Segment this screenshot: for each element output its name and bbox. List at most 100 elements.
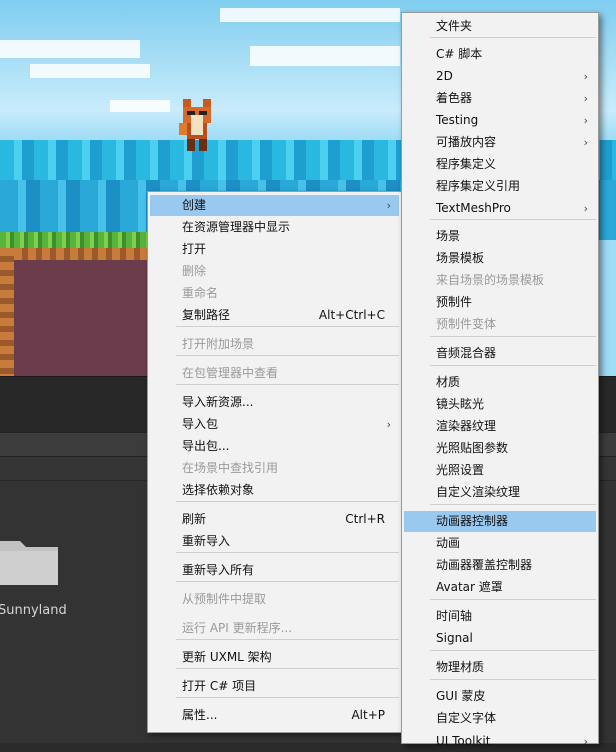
folder-label[interactable]: Sunnyland [0,603,67,618]
menu-separator [430,599,596,600]
context-menu-item-12[interactable]: 选择依赖对象 [150,480,399,501]
create-submenu-item-14[interactable]: 音频混合器 [404,343,596,364]
create-submenu-item-label: 动画 [436,536,461,550]
context-menu-item-5[interactable]: 复制路径 Alt+Ctrl+C [150,305,399,326]
create-submenu-item-29[interactable]: 自定义字体 [404,708,596,729]
create-submenu-item-label: 可播放内容 [436,135,497,149]
create-submenu-item-label: 程序集定义 [436,157,497,171]
context-menu-item-label: 打开 C# 项目 [182,679,257,693]
dirt-left-edge [0,248,14,376]
context-menu-item-8[interactable]: 导入新资源... [150,392,399,413]
context-menu-item-label: 属性... [182,708,218,722]
chevron-right-icon: › [583,114,588,127]
menu-separator [176,581,399,582]
context-menu-item-label: 更新 UXML 架构 [182,650,272,664]
context-menu-item-17[interactable]: 运行 API 更新程序... [150,618,399,639]
create-submenu-item-label: 材质 [436,375,461,389]
create-submenu: 文件夹 C# 脚本 2D › 着色器 › Testing › 可播放内容 › 程序集定义程序集定义引… [401,12,599,748]
context-menu-item-3[interactable]: 删除 [150,261,399,282]
dirt-top-edge [0,248,150,260]
create-submenu-item-label: 预制件变体 [436,317,497,331]
create-submenu-item-27[interactable]: 物理材质 [404,657,596,678]
menu-separator [176,501,399,502]
context-menu-item-15[interactable]: 重新导入所有 [150,560,399,581]
create-submenu-item-4[interactable]: Testing › [404,110,596,131]
context-menu-item-1[interactable]: 在资源管理器中显示 [150,217,399,238]
folder-icon[interactable] [0,535,58,587]
context-menu-item-label: 运行 API 更新程序... [182,621,293,635]
context-menu-item-label: 打开 [182,242,207,256]
create-submenu-item-16[interactable]: 镜头眩光 [404,394,596,415]
menu-separator [176,552,399,553]
create-submenu-item-9[interactable]: 场景 [404,226,596,247]
create-submenu-item-13[interactable]: 预制件变体 [404,314,596,335]
context-menu-item-13[interactable]: 刷新 Ctrl+R [150,509,399,530]
create-submenu-item-label: 自定义字体 [436,711,497,725]
create-submenu-item-17[interactable]: 渲染器纹理 [404,416,596,437]
create-submenu-item-label: Testing [436,113,479,127]
create-submenu-item-2[interactable]: 2D › [404,66,596,87]
context-menu-item-7[interactable]: 在包管理器中查看 [150,363,399,384]
menu-separator [430,365,596,366]
create-submenu-item-label: 音频混合器 [436,346,497,360]
create-submenu-item-18[interactable]: 光照贴图参数 [404,438,596,459]
context-menu-item-19[interactable]: 打开 C# 项目 [150,676,399,697]
create-submenu-item-label: 光照设置 [436,463,485,477]
shortcut-label: Alt+P [351,708,385,722]
create-submenu-item-15[interactable]: 材质 [404,372,596,393]
cloud [0,40,140,58]
cloud [220,8,400,22]
create-submenu-item-19[interactable]: 光照设置 [404,460,596,481]
create-submenu-item-0[interactable]: 文件夹 [404,16,596,37]
context-menu-item-6[interactable]: 打开附加场景 [150,334,399,355]
context-menu-item-20[interactable]: 属性... Alt+P [150,705,399,726]
create-submenu-item-3[interactable]: 着色器 › [404,88,596,109]
create-submenu-item-8[interactable]: TextMeshPro › [404,198,596,219]
context-menu-item-18[interactable]: 更新 UXML 架构 [150,647,399,668]
menu-separator [430,336,596,337]
create-submenu-item-label: 场景模板 [436,251,485,265]
chevron-right-icon: › [583,136,588,149]
create-submenu-item-6[interactable]: 程序集定义 [404,154,596,175]
context-menu-item-10[interactable]: 导出包... [150,436,399,457]
chevron-right-icon: › [583,202,588,215]
context-menu-item-0[interactable]: 创建 › [150,195,399,216]
create-submenu-item-20[interactable]: 自定义渲染纹理 [404,482,596,503]
context-menu-item-label: 在包管理器中查看 [182,366,279,380]
create-submenu-item-12[interactable]: 预制件 [404,292,596,313]
cloud [250,46,400,66]
create-submenu-item-label: 文件夹 [436,19,473,33]
create-submenu-item-label: Avatar 遮罩 [436,580,503,594]
create-submenu-item-28[interactable]: GUI 蒙皮 [404,686,596,707]
create-submenu-item-1[interactable]: C# 脚本 [404,44,596,65]
create-submenu-item-5[interactable]: 可播放内容 › [404,132,596,153]
context-menu-item-14[interactable]: 重新导入 [150,531,399,552]
create-submenu-item-10[interactable]: 场景模板 [404,248,596,269]
context-menu-item-2[interactable]: 打开 [150,239,399,260]
create-submenu-item-label: 动画器覆盖控制器 [436,558,533,572]
context-menu-item-label: 打开附加场景 [182,337,255,351]
create-submenu-item-label: 场景 [436,229,461,243]
create-submenu-item-22[interactable]: 动画 [404,533,596,554]
create-submenu-item-26[interactable]: Signal [404,628,596,649]
create-submenu-item-24[interactable]: Avatar 遮罩 [404,577,596,598]
create-submenu-item-7[interactable]: 程序集定义引用 [404,176,596,197]
create-submenu-item-label: Signal [436,631,473,645]
create-submenu-item-label: 渲染器纹理 [436,419,497,433]
context-menu-item-4[interactable]: 重命名 [150,283,399,304]
context-menu-item-label: 重命名 [182,286,219,300]
create-submenu-item-label: 程序集定义引用 [436,179,521,193]
create-submenu-item-label: 自定义渲染纹理 [436,485,521,499]
create-submenu-item-21[interactable]: 动画器控制器 [404,511,596,532]
context-menu-item-label: 复制路径 [182,308,231,322]
context-menu-item-11[interactable]: 在场景中查找引用 [150,458,399,479]
create-submenu-item-11[interactable]: 来自场景的场景模板 [404,270,596,291]
shortcut-label: Alt+Ctrl+C [318,308,385,322]
context-menu-item-9[interactable]: 导入包 › [150,414,399,435]
create-submenu-item-25[interactable]: 时间轴 [404,606,596,627]
create-submenu-item-23[interactable]: 动画器覆盖控制器 [404,555,596,576]
context-menu-item-16[interactable]: 从预制件中提取 [150,589,399,610]
create-submenu-item-label: UI Toolkit [436,734,491,748]
create-submenu-item-label: 预制件 [436,295,473,309]
menu-separator [176,384,399,385]
